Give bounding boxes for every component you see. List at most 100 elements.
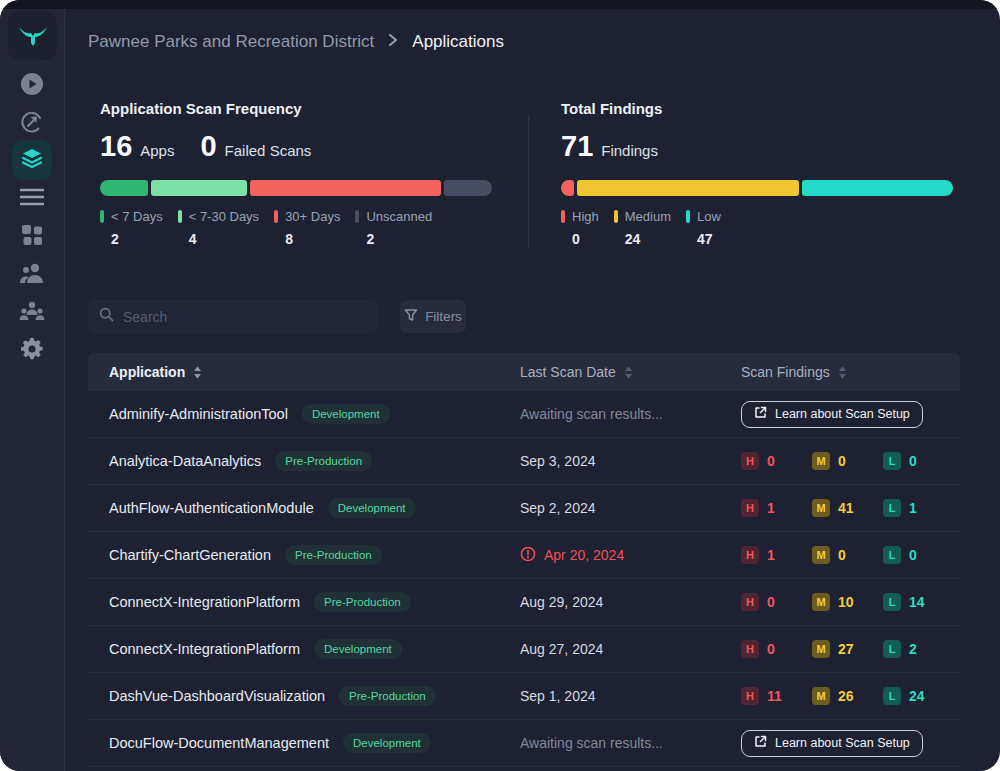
sidebar-item-play-circle[interactable] <box>18 72 46 100</box>
medium-severity-chip: M <box>812 593 830 611</box>
legend-item: High0 <box>561 209 599 247</box>
scan-frequency-title: Application Scan Frequency <box>100 100 492 117</box>
environment-badge: Development <box>328 498 416 518</box>
table-row[interactable]: ConnectX-IntegrationPlatform Pre-Product… <box>88 579 960 626</box>
metric-value: 16 <box>100 130 132 163</box>
low-severity-chip: L <box>883 499 901 517</box>
table-row[interactable]: Chartify-ChartGeneration Pre-Production … <box>88 532 960 579</box>
search-input[interactable]: Search <box>88 300 378 333</box>
legend-label: Medium <box>625 209 671 224</box>
bar-segment <box>151 180 247 196</box>
medium-severity-chip: M <box>812 546 830 564</box>
table-row[interactable]: Analytica-DataAnalytics Pre-Production S… <box>88 438 960 485</box>
application-name: Chartify-ChartGeneration <box>109 547 271 563</box>
column-header-last-scan-date[interactable]: Last Scan Date <box>520 353 633 391</box>
scan-findings-cell: H0 M0 L0 <box>741 438 917 484</box>
total-findings-legend: High0Medium24Low47 <box>561 209 953 247</box>
legend-tick <box>614 210 618 223</box>
bar-segment <box>100 180 148 196</box>
gear-icon <box>20 337 44 365</box>
external-link-icon <box>754 735 767 751</box>
legend-item: 30+ Days8 <box>274 209 340 247</box>
user-icon <box>19 261 45 289</box>
legend-count: 24 <box>625 231 671 247</box>
metric-value: 71 <box>561 130 593 163</box>
app-window: Pawnee Parks and Recreation District App… <box>0 0 1000 771</box>
legend-label: 30+ Days <box>285 209 340 224</box>
table-row[interactable]: AuthFlow-AuthenticationModule Developmen… <box>88 485 960 532</box>
medium-count: 10 <box>838 594 854 610</box>
bar-segment <box>802 180 953 196</box>
sidebar-item-layers[interactable] <box>12 140 52 180</box>
application-cell: Adminify-AdministrationTool Development <box>109 391 390 437</box>
metric: 71Findings <box>561 130 658 163</box>
medium-count: 27 <box>838 641 854 657</box>
table-row[interactable]: DocuFlow-DocumentManagement Development … <box>88 720 960 767</box>
high-severity-chip: H <box>741 452 759 470</box>
high-findings: H11 <box>741 687 812 705</box>
sidebar-item-user[interactable] <box>18 261 46 289</box>
medium-findings: M41 <box>812 499 883 517</box>
column-header-application[interactable]: Application <box>109 353 202 391</box>
scan-findings-cell: H1 M0 L0 <box>741 532 917 578</box>
high-findings: H0 <box>741 640 812 658</box>
low-findings: L0 <box>883 546 917 564</box>
legend-count: 2 <box>111 231 163 247</box>
scan-findings-cell: Learn about Scan Setup <box>741 720 923 766</box>
high-findings: H0 <box>741 593 812 611</box>
sidebar-item-scan-target[interactable] <box>18 110 46 138</box>
high-count: 11 <box>767 688 782 704</box>
last-scan-cell: Awaiting scan results... <box>520 720 663 766</box>
application-cell: DocuFlow-DocumentManagement Development <box>109 720 431 766</box>
low-severity-chip: L <box>883 452 901 470</box>
legend-item: < 7 Days2 <box>100 209 163 247</box>
filter-funnel-icon <box>404 308 418 325</box>
high-count: 0 <box>767 641 775 657</box>
last-scan-cell: Sep 2, 2024 <box>520 485 596 531</box>
metric-label: Apps <box>140 142 174 159</box>
learn-about-scan-setup-button[interactable]: Learn about Scan Setup <box>741 730 923 757</box>
search-icon <box>99 307 114 326</box>
bar-segment <box>250 180 442 196</box>
scan-target-icon <box>19 109 45 139</box>
table-row[interactable]: ConnectX-IntegrationPlatform Development… <box>88 626 960 673</box>
sidebar-item-list-lines[interactable] <box>18 185 46 213</box>
last-scan-cell: Aug 29, 2024 <box>520 579 603 625</box>
sidebar <box>0 0 65 771</box>
last-scan-cell: Awaiting scan results... <box>520 391 663 437</box>
medium-findings: M0 <box>812 452 883 470</box>
column-header-scan-findings[interactable]: Scan Findings <box>741 353 847 391</box>
list-lines-icon <box>20 187 44 211</box>
sidebar-item-gear[interactable] <box>18 337 46 365</box>
total-findings-card: Total Findings 71Findings High0Medium24L… <box>561 100 953 247</box>
learn-about-scan-setup-button[interactable]: Learn about Scan Setup <box>741 401 923 428</box>
external-link-icon <box>754 406 767 422</box>
application-name: Analytica-DataAnalytics <box>109 453 261 469</box>
breadcrumb-parent[interactable]: Pawnee Parks and Recreation District <box>88 32 374 52</box>
brand-logo[interactable] <box>8 11 57 60</box>
high-severity-chip: H <box>741 546 759 564</box>
sidebar-item-grid[interactable] <box>18 223 46 251</box>
scan-frequency-legend: < 7 Days2< 7-30 Days430+ Days8Unscanned2 <box>100 209 492 247</box>
legend-label: High <box>572 209 599 224</box>
table-row[interactable]: DashVue-DashboardVisualization Pre-Produ… <box>88 673 960 720</box>
medium-count: 26 <box>838 688 854 704</box>
filters-button[interactable]: Filters <box>400 300 466 333</box>
high-findings: H0 <box>741 452 812 470</box>
medium-severity-chip: M <box>812 499 830 517</box>
medium-findings: M 10 <box>812 593 883 611</box>
metric: 0Failed Scans <box>200 130 311 163</box>
table-row[interactable]: Adminify-AdministrationTool Development … <box>88 391 960 438</box>
sidebar-item-users[interactable] <box>18 299 46 327</box>
legend-tick <box>561 210 565 223</box>
application-cell: ConnectX-IntegrationPlatform Development <box>109 626 402 672</box>
last-scan-cell: Sep 3, 2024 <box>520 438 596 484</box>
medium-severity-chip: M <box>812 687 830 705</box>
bar-segment <box>561 180 574 196</box>
low-findings: L24 <box>883 687 925 705</box>
total-findings-metrics: 71Findings <box>561 130 953 163</box>
grid-icon <box>20 223 44 251</box>
play-circle-icon <box>19 71 45 101</box>
legend-item: < 7-30 Days4 <box>178 209 259 247</box>
table-body: Adminify-AdministrationTool Development … <box>88 391 960 767</box>
